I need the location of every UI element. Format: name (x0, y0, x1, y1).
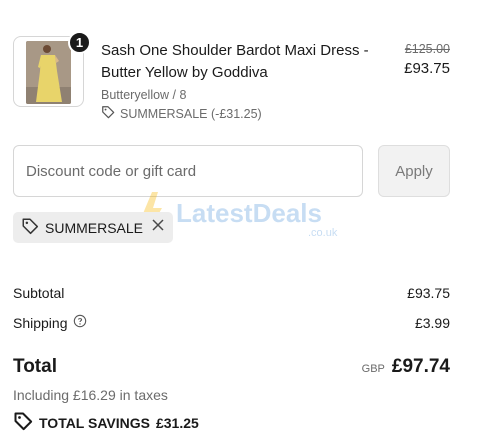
taxes-note: Including £16.29 in taxes (13, 387, 168, 403)
item-discount-label: SUMMERSALE (-£31.25) (120, 106, 262, 121)
apply-button[interactable]: Apply (378, 145, 450, 197)
item-discount: SUMMERSALE (-£31.25) (101, 105, 381, 122)
shipping-value: £3.99 (414, 314, 450, 331)
tag-icon (13, 411, 33, 433)
product-image (26, 41, 71, 104)
applied-code-chip: SUMMERSALE (13, 212, 174, 243)
watermark-domain: .co.uk (308, 227, 338, 239)
product-title: Sash One Shoulder Bardot Maxi Dress - Bu… (101, 42, 369, 81)
item-info: Sash One Shoulder Bardot Maxi Dress - Bu… (101, 40, 381, 122)
close-icon[interactable] (151, 218, 165, 237)
product-variant: Butteryellow / 8 (101, 88, 187, 102)
shipping-label-group: Shipping (13, 314, 87, 331)
total-row: Total GBP £97.74 (13, 356, 450, 378)
help-circle-icon[interactable] (73, 314, 87, 331)
total-label: Total (13, 356, 57, 377)
shipping-label: Shipping (13, 314, 68, 331)
sale-price: £93.75 (404, 60, 450, 77)
total-savings: TOTAL SAVINGS £31.25 (13, 411, 199, 433)
quantity-badge: 1 (68, 31, 91, 54)
savings-value: £31.25 (155, 414, 199, 431)
total-amount-group: GBP £97.74 (362, 356, 450, 378)
tag-icon (21, 217, 39, 238)
item-prices: £125.00 £93.75 (404, 42, 450, 77)
shipping-row: Shipping £3.99 (13, 314, 450, 331)
subtotal-label: Subtotal (13, 285, 65, 301)
watermark-brand: LatestDeals (176, 198, 322, 228)
applied-code-label: SUMMERSALE (45, 219, 144, 236)
subtotal-value: £93.75 (407, 285, 450, 301)
line-item: 1 Sash One Shoulder Bardot Maxi Dress - … (13, 31, 453, 126)
subtotal-row: Subtotal £93.75 (13, 285, 450, 301)
savings-label: TOTAL SAVINGS (39, 414, 150, 431)
tag-icon (101, 105, 115, 122)
original-price: £125.00 (404, 42, 450, 56)
currency-code: GBP (361, 363, 385, 375)
total-value: £97.74 (391, 356, 450, 377)
